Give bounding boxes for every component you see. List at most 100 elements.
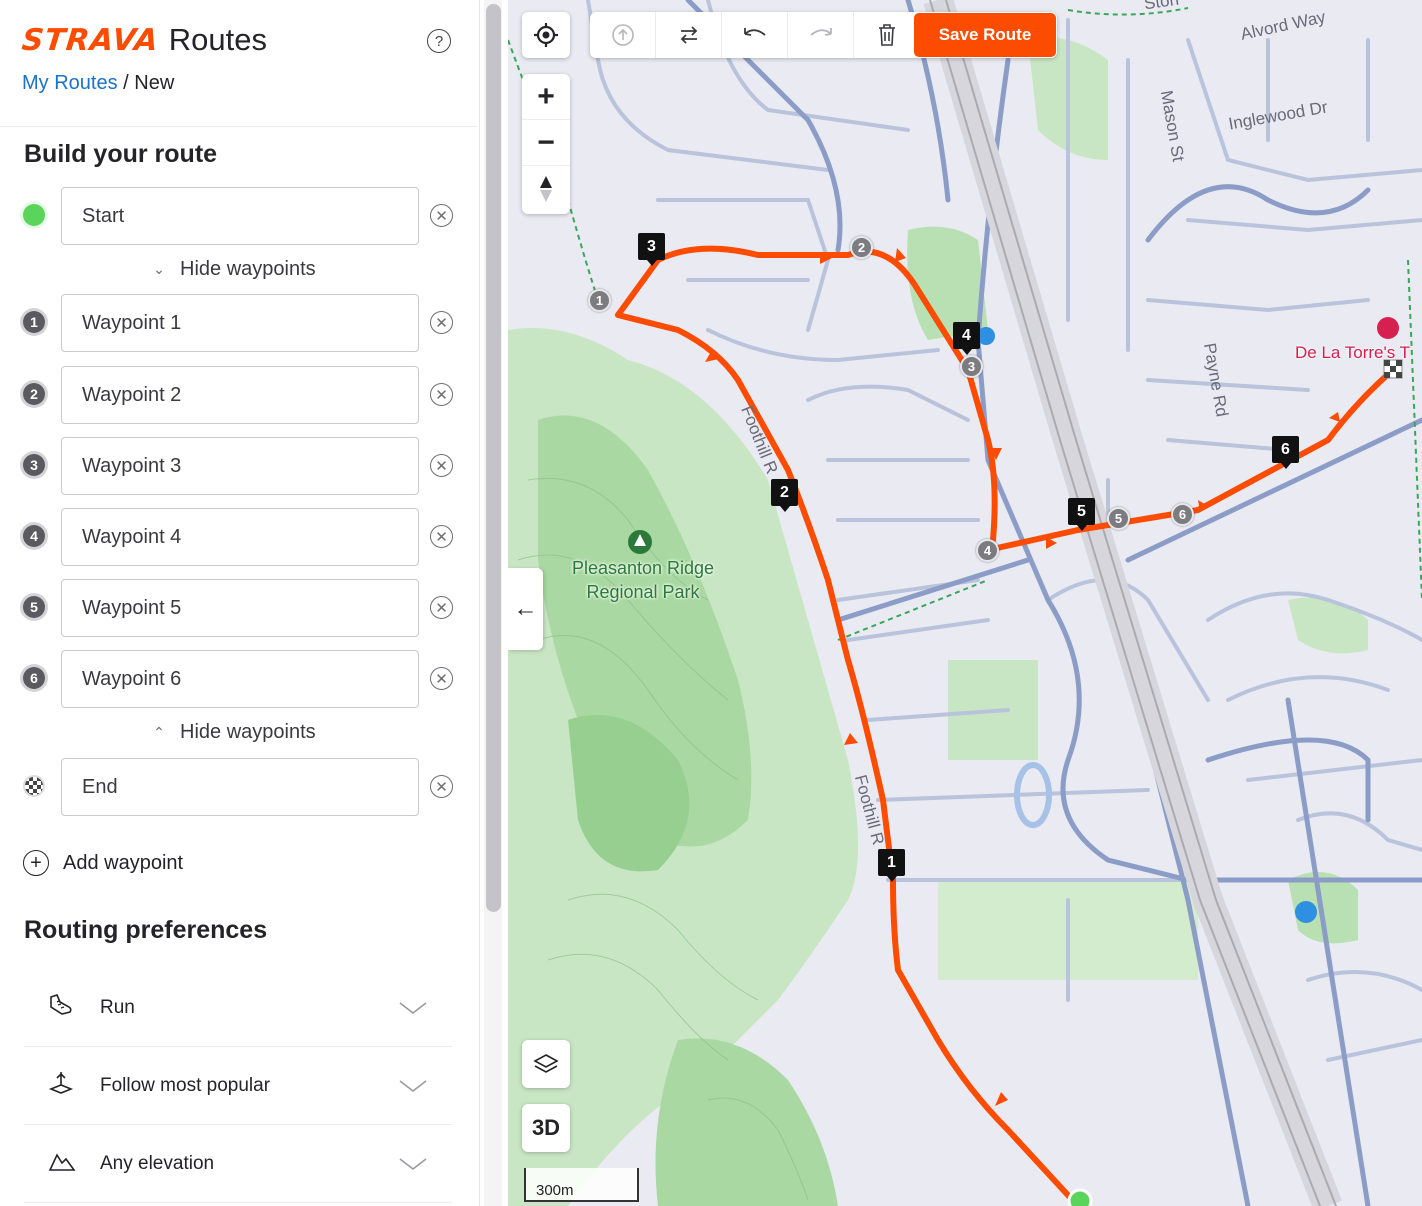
preference-sport-dropdown[interactable]: Run — [24, 969, 452, 1047]
waypoint-pin[interactable]: 4 — [976, 539, 999, 562]
map-layers-button[interactable] — [522, 1040, 570, 1088]
preference-popularity-dropdown[interactable]: Follow most popular — [24, 1047, 452, 1125]
arrow-left-icon: ← — [513, 595, 538, 622]
waypoint-row: 4 Waypoint 4 ✕ — [0, 508, 478, 566]
redo-icon — [809, 28, 832, 36]
zoom-out-button[interactable]: − — [522, 120, 570, 166]
waypoint-pin[interactable]: 2 — [850, 236, 873, 259]
reverse-route-button[interactable] — [656, 12, 722, 58]
end-row: End ✕ — [0, 758, 478, 816]
clear-end-icon[interactable]: ✕ — [430, 775, 453, 798]
crosshair-icon — [534, 23, 558, 47]
hide-waypoints-label: Hide waypoints — [180, 721, 316, 743]
shoe-icon — [24, 993, 84, 1023]
distance-marker: 2 — [771, 479, 798, 512]
waypoint-row: 1 Waypoint 1 ✕ — [0, 294, 478, 352]
undo-button[interactable] — [722, 12, 788, 58]
chevron-down-icon — [399, 1157, 427, 1170]
upload-button[interactable] — [590, 12, 656, 58]
compass-button[interactable] — [522, 166, 570, 212]
distance-marker: 4 — [953, 322, 980, 355]
clear-waypoint-icon[interactable]: ✕ — [430, 596, 453, 619]
distance-marker: 3 — [638, 233, 665, 266]
waypoint-number-badge: 2 — [23, 383, 45, 405]
trash-icon — [879, 24, 895, 46]
hide-waypoints-label: Hide waypoints — [180, 258, 316, 280]
preference-label: Run — [100, 996, 135, 1018]
waypoint-pin[interactable]: 1 — [588, 289, 611, 312]
upload-circle-icon — [611, 24, 634, 46]
preference-label: Follow most popular — [100, 1074, 271, 1096]
waypoint-number-badge: 6 — [23, 667, 45, 689]
swap-arrows-icon — [680, 26, 697, 44]
redo-button[interactable] — [788, 12, 854, 58]
start-marker-icon — [23, 204, 45, 226]
preference-label: Any elevation — [100, 1152, 215, 1174]
waypoint-input[interactable]: Waypoint 1 — [61, 294, 419, 352]
collapse-sidebar-button[interactable]: ← — [508, 568, 543, 650]
distance-marker: 5 — [1068, 498, 1095, 531]
chevron-down-icon: ⌄ — [153, 261, 165, 277]
distance-marker: 6 — [1272, 436, 1299, 469]
map-scale-bar: 300m — [524, 1168, 639, 1202]
poi-label-restaurant[interactable]: De La Torre's T — [1295, 343, 1410, 363]
waypoint-number-badge: 1 — [23, 311, 45, 333]
locate-me-button[interactable] — [522, 12, 570, 58]
waypoint-input[interactable]: Waypoint 4 — [61, 508, 419, 566]
distance-marker: 1 — [878, 849, 905, 882]
clear-waypoint-icon[interactable]: ✕ — [430, 525, 453, 548]
compass-icon — [540, 176, 552, 202]
waypoint-pin[interactable]: 3 — [960, 355, 983, 378]
product-title: Routes — [168, 22, 267, 57]
question-circle-icon[interactable]: ? — [427, 29, 451, 53]
zoom-in-button[interactable]: + — [522, 74, 570, 120]
add-waypoint-button[interactable]: + Add waypoint — [23, 850, 183, 876]
routing-preferences-heading: Routing preferences — [24, 916, 268, 944]
waypoint-row: 3 Waypoint 3 ✕ — [0, 437, 478, 495]
delete-route-button[interactable] — [854, 12, 920, 58]
clear-waypoint-icon[interactable]: ✕ — [430, 383, 453, 406]
hide-waypoints-toggle-top[interactable]: ⌄ Hide waypoints — [150, 258, 316, 281]
clear-waypoint-icon[interactable]: ✕ — [430, 667, 453, 690]
breadcrumb-my-routes-link[interactable]: My Routes — [22, 72, 118, 94]
waypoint-input[interactable]: Waypoint 6 — [61, 650, 419, 708]
sidebar-header: STRAVA Routes ? My Routes / New — [0, 0, 478, 127]
waypoint-input[interactable]: Waypoint 3 — [61, 437, 419, 495]
waypoint-row: 5 Waypoint 5 ✕ — [0, 579, 478, 637]
sidebar-scrollbar-thumb[interactable] — [486, 4, 501, 912]
start-input[interactable]: Start — [61, 187, 419, 245]
park-name-line-2: Regional Park — [586, 582, 700, 602]
waypoint-input[interactable]: Waypoint 5 — [61, 579, 419, 637]
heatmap-pin-icon — [24, 1070, 84, 1102]
waypoint-row: 2 Waypoint 2 ✕ — [0, 366, 478, 424]
strava-logo[interactable]: STRAVA Routes — [20, 22, 267, 58]
chevron-down-icon — [399, 1079, 427, 1092]
preference-elevation-dropdown[interactable]: Any elevation — [24, 1125, 452, 1203]
add-waypoint-label: Add waypoint — [63, 851, 184, 874]
zoom-controls: + − — [522, 74, 570, 214]
plus-circle-icon: + — [23, 850, 49, 876]
layers-icon — [533, 1054, 559, 1073]
checkered-flag-icon — [23, 775, 45, 797]
waypoint-pin[interactable]: 6 — [1171, 503, 1194, 526]
undo-icon — [743, 28, 766, 36]
clear-start-icon[interactable]: ✕ — [430, 204, 453, 227]
clear-waypoint-icon[interactable]: ✕ — [430, 454, 453, 477]
route-map[interactable]: Alvord Way Inglewood Dr Mason St Payne R… — [508, 0, 1422, 1206]
mountain-icon — [24, 1150, 84, 1178]
waypoint-pin[interactable]: 5 — [1107, 507, 1130, 530]
park-name-line-1: Pleasanton Ridge — [571, 558, 715, 578]
waypoint-input[interactable]: Waypoint 2 — [61, 366, 419, 424]
breadcrumb-separator: / — [123, 72, 129, 94]
save-route-button[interactable]: Save Route — [914, 13, 1056, 57]
waypoint-row: 6 Waypoint 6 ✕ — [0, 650, 478, 708]
chevron-down-icon — [399, 1001, 427, 1014]
end-input[interactable]: End — [61, 758, 419, 816]
park-label: Pleasanton Ridge Regional Park — [563, 556, 723, 604]
breadcrumb-current: New — [134, 72, 175, 94]
build-route-heading: Build your route — [24, 140, 218, 168]
3d-view-button[interactable]: 3D — [522, 1104, 570, 1152]
hide-waypoints-toggle-bottom[interactable]: ⌃ Hide waypoints — [150, 721, 316, 744]
clear-waypoint-icon[interactable]: ✕ — [430, 311, 453, 334]
brand-wordmark: STRAVA — [20, 23, 161, 58]
